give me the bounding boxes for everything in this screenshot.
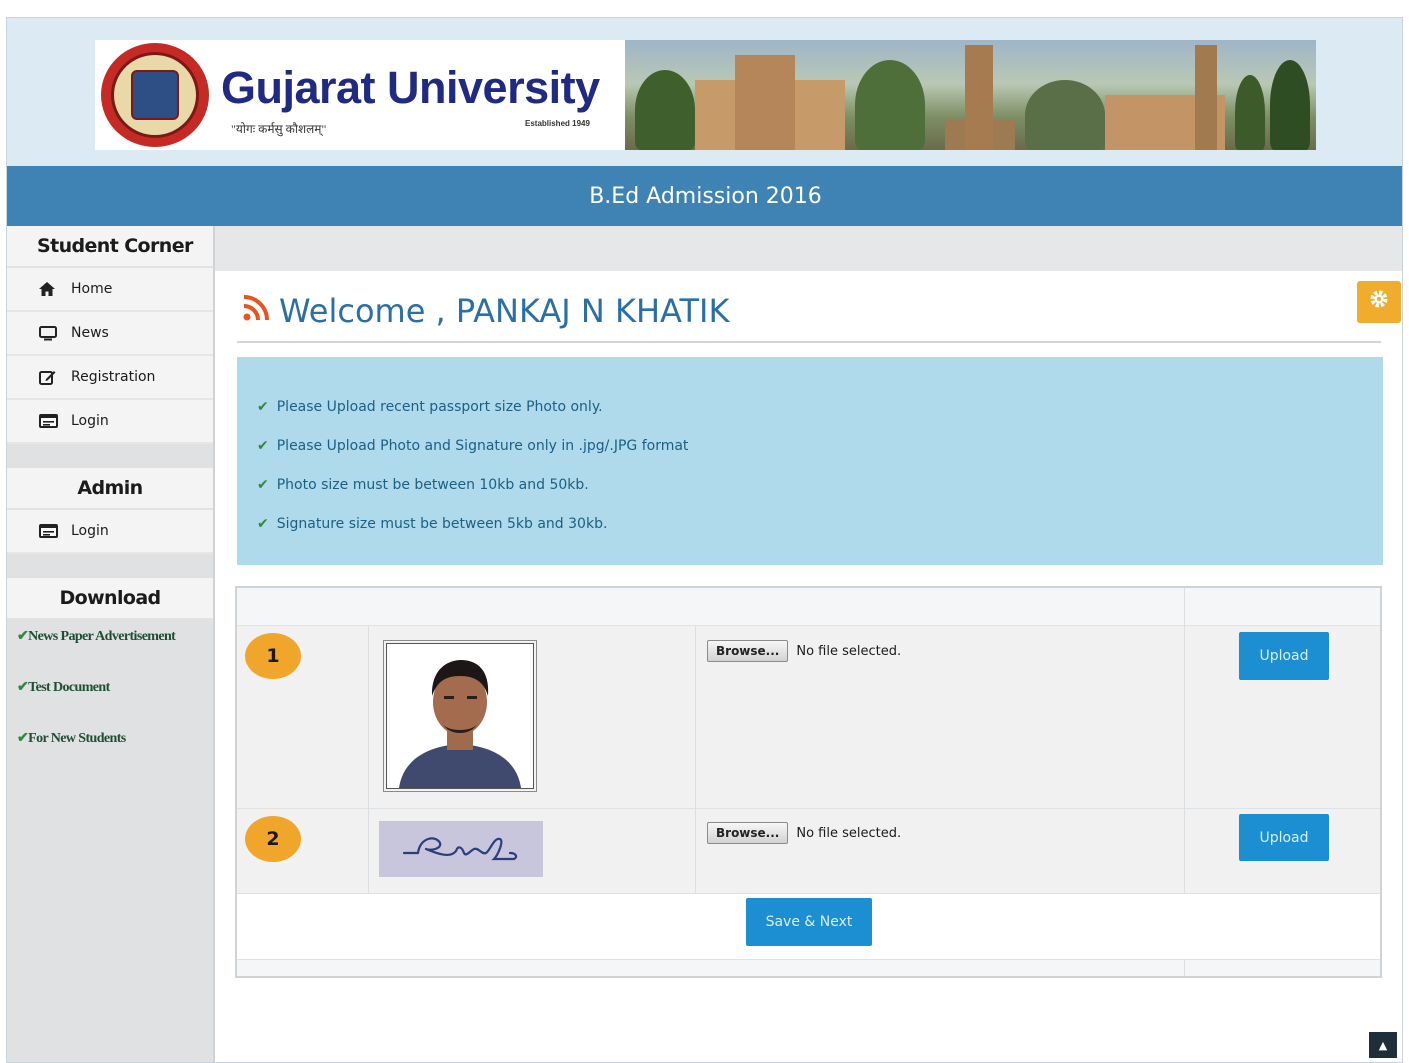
student-corner-heading: Student Corner (7, 226, 213, 268)
browse-button[interactable]: Browse... (707, 640, 789, 662)
step-badge: 1 (245, 633, 301, 679)
instruction-item: ✔ Please Upload Photo and Signature only… (257, 426, 1383, 465)
column-divider (368, 626, 369, 894)
id-card-icon (39, 524, 61, 538)
instruction-item: ✔ Signature size must be between 5kb and… (257, 504, 1383, 543)
check-icon: ✔ (257, 437, 269, 454)
file-input-signature[interactable]: Browse... No file selected. (707, 822, 901, 844)
chevron-up-icon: ▲ (1378, 1038, 1388, 1052)
uploaded-signature-thumbnail (379, 821, 543, 877)
check-icon: ✔ (17, 629, 29, 644)
download-link-for-new-students[interactable]: ✔For New Students (7, 722, 213, 773)
gear-icon (1369, 289, 1389, 315)
download-link-news-paper-advertisement[interactable]: ✔News Paper Advertisement (7, 620, 213, 671)
sidebar-item-label: News (71, 325, 109, 341)
check-icon: ✔ (257, 398, 269, 415)
instruction-text: Please Upload recent passport size Photo… (276, 398, 603, 415)
sidebar-item-label: Registration (71, 369, 156, 385)
instruction-text: Photo size must be between 10kb and 50kb… (276, 476, 589, 493)
university-banner: Gujarat University "योगः कर्मसु कौशलम्" … (95, 40, 1316, 150)
download-link-label: For New Students (28, 731, 126, 746)
instruction-text: Please Upload Photo and Signature only i… (276, 437, 689, 454)
campus-photos-image (625, 40, 1316, 150)
upload-table: 1 Browse... No file selected. Upload 2 B… (235, 586, 1382, 978)
download-link-label: Test Document (28, 680, 110, 695)
upload-photo-button[interactable]: Upload (1239, 632, 1329, 680)
welcome-heading: Welcome , PANKAJ N KHATIK (243, 292, 729, 330)
home-icon (39, 282, 61, 296)
file-input-photo[interactable]: Browse... No file selected. (707, 640, 901, 662)
sidebar-item-login[interactable]: Login (7, 400, 213, 444)
university-name: Gujarat University (221, 62, 600, 113)
instruction-item: ✔ Photo size must be between 10kb and 50… (257, 465, 1383, 504)
table-footer-row (237, 960, 1380, 976)
sidebar-item-admin-login[interactable]: Login (7, 510, 213, 554)
sidebar-item-label: Login (71, 413, 109, 429)
check-icon: ✔ (257, 476, 269, 493)
upload-signature-button[interactable]: Upload (1239, 814, 1329, 861)
check-icon: ✔ (257, 515, 269, 532)
uploaded-photo-thumbnail (383, 640, 537, 792)
page-title: B.Ed Admission 2016 (589, 183, 822, 209)
download-link-label: News Paper Advertisement (28, 629, 176, 644)
admin-heading: Admin (7, 468, 213, 510)
breadcrumb-bar (215, 226, 1402, 271)
check-icon: ✔ (17, 731, 29, 746)
welcome-text: Welcome , PANKAJ N KHATIK (279, 292, 730, 330)
instructions-box: ✔ Please Upload recent passport size Pho… (237, 357, 1383, 565)
rss-icon (243, 294, 269, 328)
column-divider (1184, 588, 1185, 894)
sidebar-item-home[interactable]: Home (7, 268, 213, 312)
page-frame: Gujarat University "योगः कर्मसु कौशलम्" … (6, 17, 1403, 1063)
sidebar: Student Corner Home News Registration Lo… (7, 226, 215, 1062)
scroll-to-top-button[interactable]: ▲ (1369, 1032, 1397, 1058)
file-status-text: No file selected. (796, 643, 902, 659)
sidebar-item-label: Login (71, 523, 109, 539)
file-status-text: No file selected. (796, 825, 902, 841)
column-divider (695, 626, 696, 894)
page-title-bar: B.Ed Admission 2016 (7, 166, 1402, 226)
sidebar-item-news[interactable]: News (7, 312, 213, 356)
edit-icon (39, 370, 61, 385)
table-header-row (237, 588, 1380, 626)
download-heading: Download (7, 578, 213, 620)
check-icon: ✔ (17, 680, 29, 695)
step-badge: 2 (245, 816, 301, 862)
university-seal-logo (101, 43, 209, 147)
divider (237, 341, 1381, 343)
id-card-icon (39, 414, 61, 428)
settings-button[interactable] (1357, 281, 1401, 323)
sidebar-item-label: Home (71, 281, 113, 297)
instruction-text: Signature size must be between 5kb and 3… (276, 515, 608, 532)
main-content: Welcome , PANKAJ N KHATIK ✔ Please Uploa… (215, 226, 1402, 1062)
column-divider (1184, 960, 1185, 976)
university-motto: "योगः कर्मसु कौशलम्" (231, 122, 327, 136)
established-text: Established 1949 (525, 119, 590, 128)
monitor-icon (39, 325, 61, 341)
instruction-item: ✔ Please Upload recent passport size Pho… (257, 387, 1383, 426)
download-link-test-document[interactable]: ✔Test Document (7, 671, 213, 722)
sidebar-item-registration[interactable]: Registration (7, 356, 213, 400)
save-and-next-button[interactable]: Save & Next (746, 898, 872, 946)
browse-button[interactable]: Browse... (707, 822, 789, 844)
